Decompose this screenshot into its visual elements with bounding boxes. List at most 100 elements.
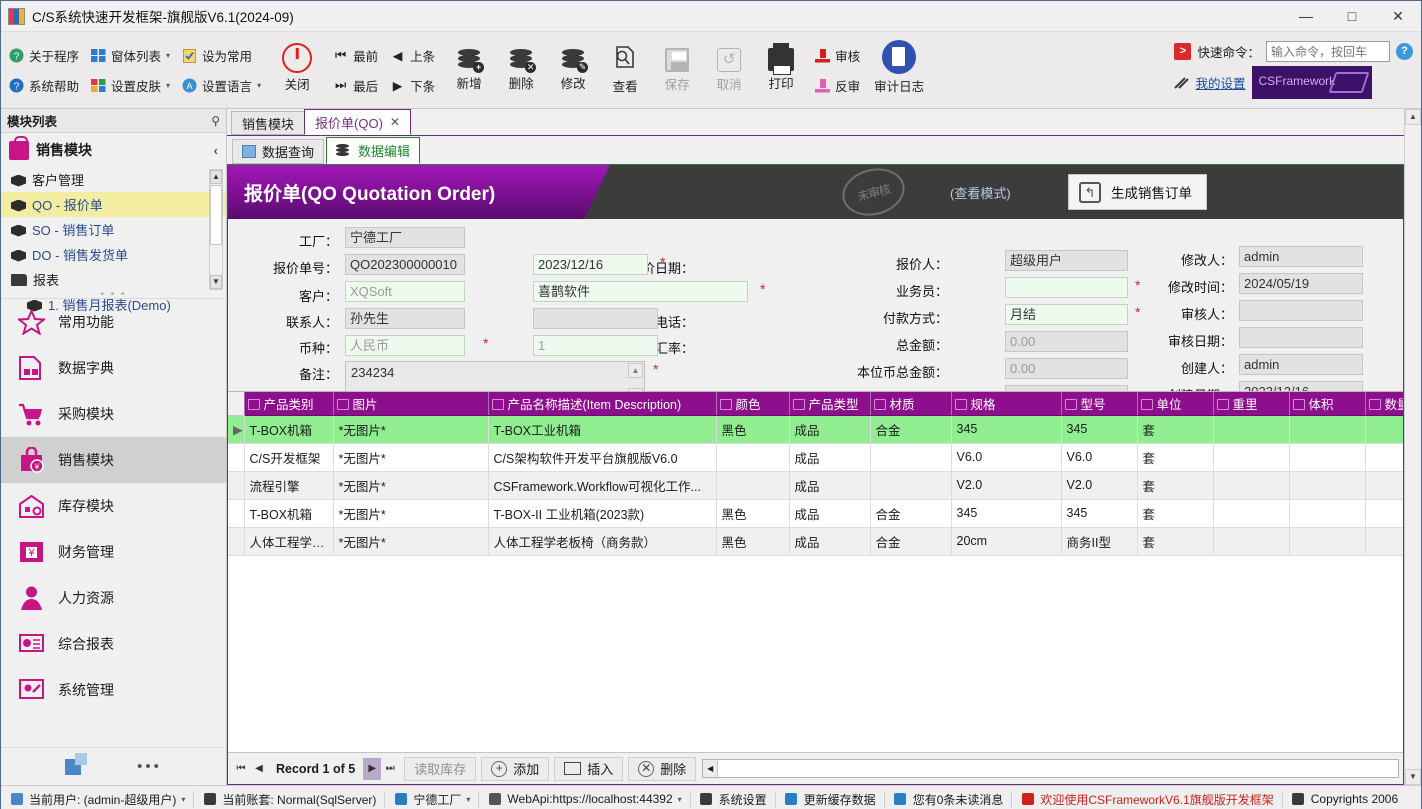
table-cell[interactable]: V2.0	[951, 471, 1062, 500]
table-cell[interactable]: 人体工程学老板椅（商务款）	[488, 527, 717, 556]
table-cell[interactable]: 成品	[789, 471, 871, 500]
goto-last-button[interactable]: ⏭ 最后	[327, 70, 384, 100]
tab-data-edit[interactable]: 数据编辑	[326, 137, 421, 164]
grid-column-header[interactable]: 材质	[870, 392, 952, 416]
set-favorite-button[interactable]: 设为常用	[176, 40, 258, 70]
table-cell[interactable]: 流程引擎	[244, 471, 334, 500]
table-cell[interactable]: *无图片*	[333, 415, 489, 444]
scroll-track[interactable]	[1405, 125, 1421, 769]
grid-column-header[interactable]: 数量	[1365, 392, 1403, 416]
maximize-button[interactable]: □	[1329, 1, 1375, 32]
table-cell[interactable]: T-BOX工业机箱	[488, 415, 717, 444]
sidebar-item-dictionary[interactable]: 数据字典	[1, 345, 226, 391]
table-cell[interactable]: C/S开发框架	[244, 443, 334, 472]
table-cell[interactable]: *无图片*	[333, 527, 489, 556]
table-cell[interactable]: 345	[951, 415, 1062, 444]
tab-quotation[interactable]: 报价单(QO) ✕	[304, 109, 411, 135]
add-row-button[interactable]: + 添加	[481, 756, 550, 781]
table-row[interactable]: ▶ T-BOX机箱 *无图片* T-BOX工业机箱 黑色 成品 合金 345 345 套	[228, 415, 1403, 444]
table-cell[interactable]	[1365, 499, 1403, 528]
sidebar-item-sales[interactable]: ¥ 销售模块	[1, 437, 226, 483]
row-indicator[interactable]	[228, 471, 245, 500]
table-cell[interactable]: 成品	[789, 443, 871, 472]
table-cell[interactable]	[870, 471, 952, 500]
grid-column-header[interactable]: 型号	[1061, 392, 1138, 416]
scroll-down-icon[interactable]: ▼	[1405, 769, 1421, 785]
scroll-thumb[interactable]	[210, 185, 222, 245]
more-dots-icon[interactable]: •••	[137, 758, 162, 775]
table-cell[interactable]	[870, 443, 952, 472]
modify-time-field[interactable]: 2024/05/19	[1239, 273, 1363, 294]
page-vertical-scrollbar[interactable]: ▲ ▼	[1404, 109, 1421, 785]
table-cell[interactable]	[1365, 415, 1403, 444]
table-cell[interactable]	[1365, 527, 1403, 556]
sidebar-item-finance[interactable]: ¥ 财务管理	[1, 529, 226, 575]
table-cell[interactable]: 套	[1137, 527, 1214, 556]
add-button[interactable]: + 新增	[443, 35, 495, 105]
table-cell[interactable]: 合金	[870, 499, 952, 528]
grid-horizontal-scrollbar[interactable]: ◀	[702, 759, 1399, 778]
unaudit-button[interactable]: 反审	[809, 70, 866, 100]
chevron-down-icon[interactable]: ▾	[181, 795, 185, 804]
table-row[interactable]: 流程引擎 *无图片* CSFramework.Workflow可视化工作... 成品 V…	[228, 471, 1403, 500]
grid-column-header[interactable]: 产品类型	[789, 392, 871, 416]
tab-sales-module[interactable]: 销售模块	[231, 111, 306, 135]
table-cell[interactable]: *无图片*	[333, 443, 489, 472]
quick-command-input[interactable]	[1266, 41, 1390, 62]
table-cell[interactable]: *无图片*	[333, 471, 489, 500]
cancel-button[interactable]: ↺ 取消	[703, 35, 755, 105]
help-icon[interactable]: ?	[1396, 43, 1413, 60]
table-cell[interactable]: CSFramework.Workflow可视化工作...	[488, 471, 717, 500]
tree-item-delivery-order[interactable]: DO - 销售发货单	[1, 242, 226, 267]
table-cell[interactable]: *无图片*	[333, 499, 489, 528]
table-cell[interactable]: V6.0	[951, 443, 1062, 472]
grid-prev-icon[interactable]: ◀	[250, 758, 268, 780]
table-cell[interactable]: 345	[1061, 415, 1138, 444]
memo-scroll-up-icon[interactable]: ▲	[628, 363, 643, 378]
system-help-button[interactable]: ? 系统帮助	[3, 70, 85, 100]
phone-field[interactable]	[533, 308, 658, 329]
table-cell[interactable]: 成品	[789, 527, 871, 556]
grid-column-header[interactable]: 产品类别	[244, 392, 334, 416]
salesman-combo[interactable]	[1005, 277, 1128, 298]
my-settings-link[interactable]: 我的设置	[1195, 73, 1245, 92]
quote-no-field[interactable]: QO202300000010	[345, 254, 465, 275]
table-cell[interactable]	[1289, 499, 1366, 528]
goto-prev-button[interactable]: ◀ 上条	[384, 40, 441, 70]
table-cell[interactable]: T-BOX机箱	[244, 499, 334, 528]
table-cell[interactable]: 345	[951, 499, 1062, 528]
table-row[interactable]: 人体工程学老... *无图片* 人体工程学老板椅（商务款） 黑色 成品 合金 20cm 商务I…	[228, 527, 1403, 556]
goto-first-button[interactable]: ⏮ 最前	[327, 40, 384, 70]
status-item[interactable]: 当前用户: (admin-超级用户) ▾	[1, 786, 193, 809]
table-cell[interactable]	[1289, 415, 1366, 444]
table-cell[interactable]: 套	[1137, 499, 1214, 528]
row-indicator[interactable]	[228, 527, 245, 556]
audit-date-field[interactable]	[1239, 327, 1363, 348]
payment-combo[interactable]: 月结	[1005, 304, 1128, 325]
table-row[interactable]: T-BOX机箱 *无图片* T-BOX-II 工业机箱(2023款) 黑色 成品 合金 34…	[228, 499, 1403, 528]
tree-item-reports[interactable]: 报表	[1, 267, 226, 292]
table-cell[interactable]	[1213, 443, 1290, 472]
grid-column-header[interactable]: 重里	[1213, 392, 1290, 416]
scroll-up-icon[interactable]: ▲	[210, 170, 222, 184]
grid-column-header[interactable]: 颜色	[716, 392, 790, 416]
sidebar-item-reports[interactable]: 综合报表	[1, 621, 226, 667]
tree-item-customer[interactable]: 客户管理	[1, 167, 226, 192]
table-cell[interactable]: 黑色	[716, 415, 790, 444]
table-cell[interactable]: V2.0	[1061, 471, 1138, 500]
delete-button[interactable]: ✕ 删除	[495, 35, 547, 105]
quoter-combo[interactable]: 超级用户	[1005, 250, 1128, 271]
contact-field[interactable]: 孙先生	[345, 308, 465, 329]
grid-column-header[interactable]: 单位	[1137, 392, 1214, 416]
generate-sales-order-button[interactable]: ↰ 生成销售订单	[1068, 174, 1207, 210]
scroll-left-icon[interactable]: ◀	[703, 760, 719, 777]
chevron-down-icon[interactable]: ▾	[678, 795, 682, 804]
scroll-up-icon[interactable]: ▲	[1405, 109, 1421, 125]
table-cell[interactable]	[1213, 415, 1290, 444]
modify-button[interactable]: ✎ 修改	[547, 35, 599, 105]
print-button[interactable]: 打印	[755, 35, 807, 105]
table-cell[interactable]	[1365, 443, 1403, 472]
currency-combo[interactable]: 人民币	[345, 335, 465, 356]
pin-icon[interactable]: ⚲	[211, 114, 220, 128]
tree-item-monthly-report[interactable]: 1. 销售月报表(Demo)	[1, 292, 226, 317]
